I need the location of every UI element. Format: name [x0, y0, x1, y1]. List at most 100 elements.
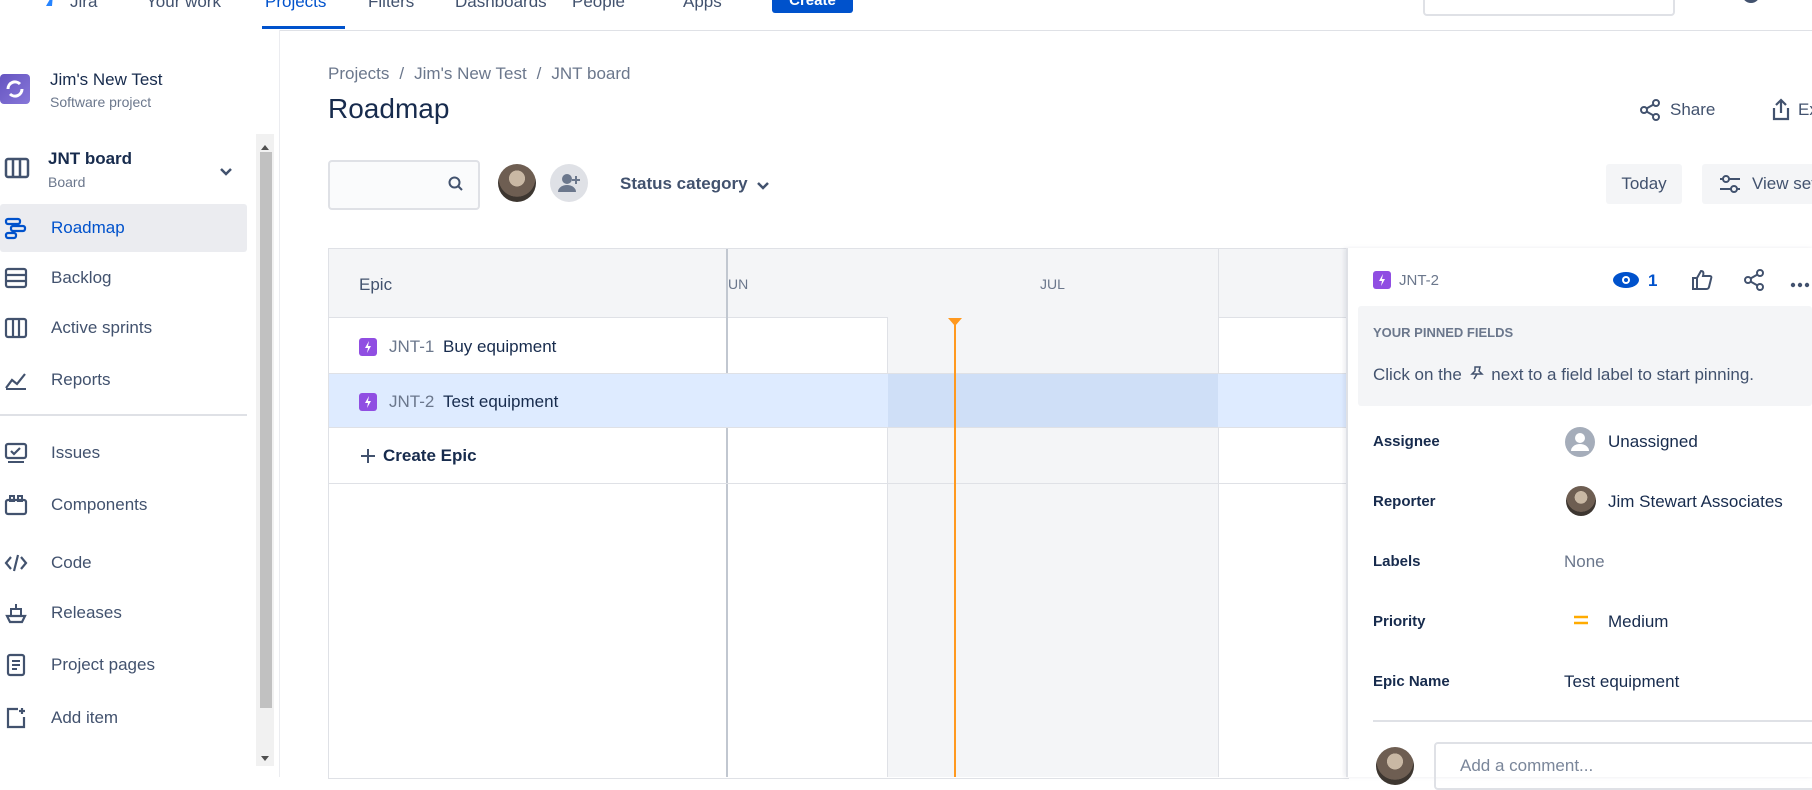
global-search-input[interactable] [1423, 0, 1675, 16]
selected-row-month-highlight [888, 374, 1218, 427]
issues-icon [4, 441, 28, 465]
avatar[interactable] [1566, 486, 1596, 516]
epic-summary[interactable]: Test equipment [443, 392, 558, 412]
chevron-down-icon[interactable] [219, 164, 233, 182]
more-actions-icon[interactable] [1790, 276, 1810, 294]
share-icon[interactable] [1638, 98, 1662, 127]
epic-icon [359, 338, 377, 356]
nav-filters[interactable]: Filters [368, 0, 414, 12]
avatar[interactable] [498, 164, 536, 202]
field-value-reporter[interactable]: Jim Stewart Associates [1608, 492, 1783, 512]
avatar [1376, 747, 1414, 785]
today-marker-line [954, 318, 956, 777]
breadcrumb-project[interactable]: Jim's New Test [414, 64, 527, 83]
epic-key[interactable]: JNT-2 [389, 392, 434, 412]
roadmap-icon [4, 216, 28, 240]
epic-key[interactable]: JNT-1 [389, 337, 434, 357]
epic-summary[interactable]: Buy equipment [443, 337, 556, 357]
priority-medium-icon [1572, 612, 1590, 633]
pinned-hint-text: next to a field label to start pinning. [1491, 365, 1755, 384]
month-label-jul: JUL [1040, 276, 1065, 292]
help-icon[interactable] [1740, 0, 1762, 15]
sidebar-item-add-item[interactable]: Add item [0, 694, 247, 742]
sidebar-item-label: Components [51, 495, 148, 514]
issue-key-link[interactable]: JNT-2 [1399, 272, 1439, 289]
sidebar-item-project-pages[interactable]: Project pages [0, 641, 247, 689]
month-column-jul [887, 249, 1219, 777]
status-category-filter[interactable]: Status category [620, 174, 748, 194]
project-name[interactable]: Jim's New Test [50, 70, 163, 90]
share-button[interactable]: Share [1670, 100, 1715, 120]
row-divider [329, 373, 1348, 374]
project-avatar[interactable] [0, 74, 30, 104]
create-button[interactable]: Create [772, 0, 853, 13]
comment-placeholder: Add a comment... [1460, 756, 1594, 775]
comment-input[interactable]: Add a comment... [1434, 742, 1812, 790]
jira-logo-text[interactable]: Jira [70, 0, 97, 12]
search-icon [447, 175, 465, 198]
sidebar-item-label: Active sprints [51, 318, 153, 337]
app-switcher-icon[interactable] [4, 0, 26, 17]
view-settings-button[interactable]: View set [1702, 164, 1812, 204]
field-value-labels[interactable]: None [1564, 552, 1605, 572]
active-tab-underline [262, 26, 345, 29]
field-value-priority[interactable]: Medium [1608, 612, 1668, 632]
sidebar-scrollbar-thumb[interactable] [260, 152, 272, 708]
nav-dashboards[interactable]: Dashboards [455, 0, 547, 12]
panel-divider [1373, 720, 1812, 722]
scroll-up-icon[interactable] [260, 138, 270, 156]
epic-icon [1373, 271, 1391, 289]
sidebar-item-components[interactable]: Components [0, 481, 247, 529]
breadcrumb-projects[interactable]: Projects [328, 64, 389, 83]
like-icon[interactable] [1690, 268, 1714, 297]
code-icon [4, 551, 28, 575]
row-divider [329, 483, 1348, 484]
view-settings-label: View set [1752, 174, 1812, 193]
export-icon[interactable] [1770, 98, 1792, 127]
sidebar-divider [0, 414, 247, 416]
chevron-down-icon[interactable] [756, 178, 770, 196]
sidebar-item-active-sprints[interactable]: Active sprints [0, 304, 247, 352]
pinned-fields-title: YOUR PINNED FIELDS [1373, 325, 1514, 340]
watch-count[interactable]: 1 [1648, 271, 1657, 291]
settings-sliders-icon [1718, 173, 1742, 200]
breadcrumb-board[interactable]: JNT board [551, 64, 630, 83]
sidebar-item-label: Code [51, 553, 92, 572]
jira-logo[interactable] [44, 0, 62, 13]
today-button[interactable]: Today [1606, 164, 1682, 204]
field-value-epic-name[interactable]: Test equipment [1564, 672, 1679, 692]
pin-icon [1469, 365, 1485, 386]
nav-your-work[interactable]: Your work [146, 0, 221, 12]
sidebar-item-code[interactable]: Code [0, 539, 247, 587]
sidebar-item-releases[interactable]: Releases [0, 589, 247, 637]
unassigned-avatar-icon[interactable] [1564, 426, 1596, 463]
nav-apps[interactable]: Apps [683, 0, 722, 12]
create-epic-label: Create Epic [383, 446, 477, 465]
epic-column-divider[interactable] [726, 249, 728, 777]
field-value-assignee[interactable]: Unassigned [1608, 432, 1698, 452]
nav-projects[interactable]: Projects [265, 0, 326, 12]
sidebar-item-reports[interactable]: Reports [0, 356, 247, 404]
sidebar-item-label: Add item [51, 708, 119, 727]
sidebar-item-backlog[interactable]: Backlog [0, 254, 247, 302]
nav-people[interactable]: People [572, 0, 625, 12]
field-label-priority: Priority [1373, 613, 1426, 630]
sidebar-item-roadmap[interactable]: Roadmap [0, 204, 247, 252]
epic-column-header: Epic [359, 275, 393, 294]
settings-icon[interactable] [1790, 0, 1810, 15]
top-navigation: Jira Your work Projects Filters Dashboar… [0, 0, 1812, 31]
sidebar-item-issues[interactable]: Issues [0, 429, 247, 477]
sidebar-item-label: Issues [51, 443, 101, 462]
scroll-down-icon[interactable] [260, 750, 270, 768]
month-label-jun: UN [728, 276, 749, 292]
add-item-icon [4, 706, 28, 730]
watch-icon[interactable] [1612, 270, 1640, 295]
board-switcher-name[interactable]: JNT board [48, 149, 132, 169]
add-people-icon[interactable] [550, 164, 588, 202]
export-button[interactable]: Ex [1798, 100, 1812, 120]
share-icon[interactable] [1742, 268, 1766, 297]
page-title: Roadmap [328, 93, 450, 124]
sidebar-item-label: Releases [51, 603, 122, 622]
components-icon [4, 493, 28, 517]
notifications-icon[interactable] [1692, 0, 1712, 15]
